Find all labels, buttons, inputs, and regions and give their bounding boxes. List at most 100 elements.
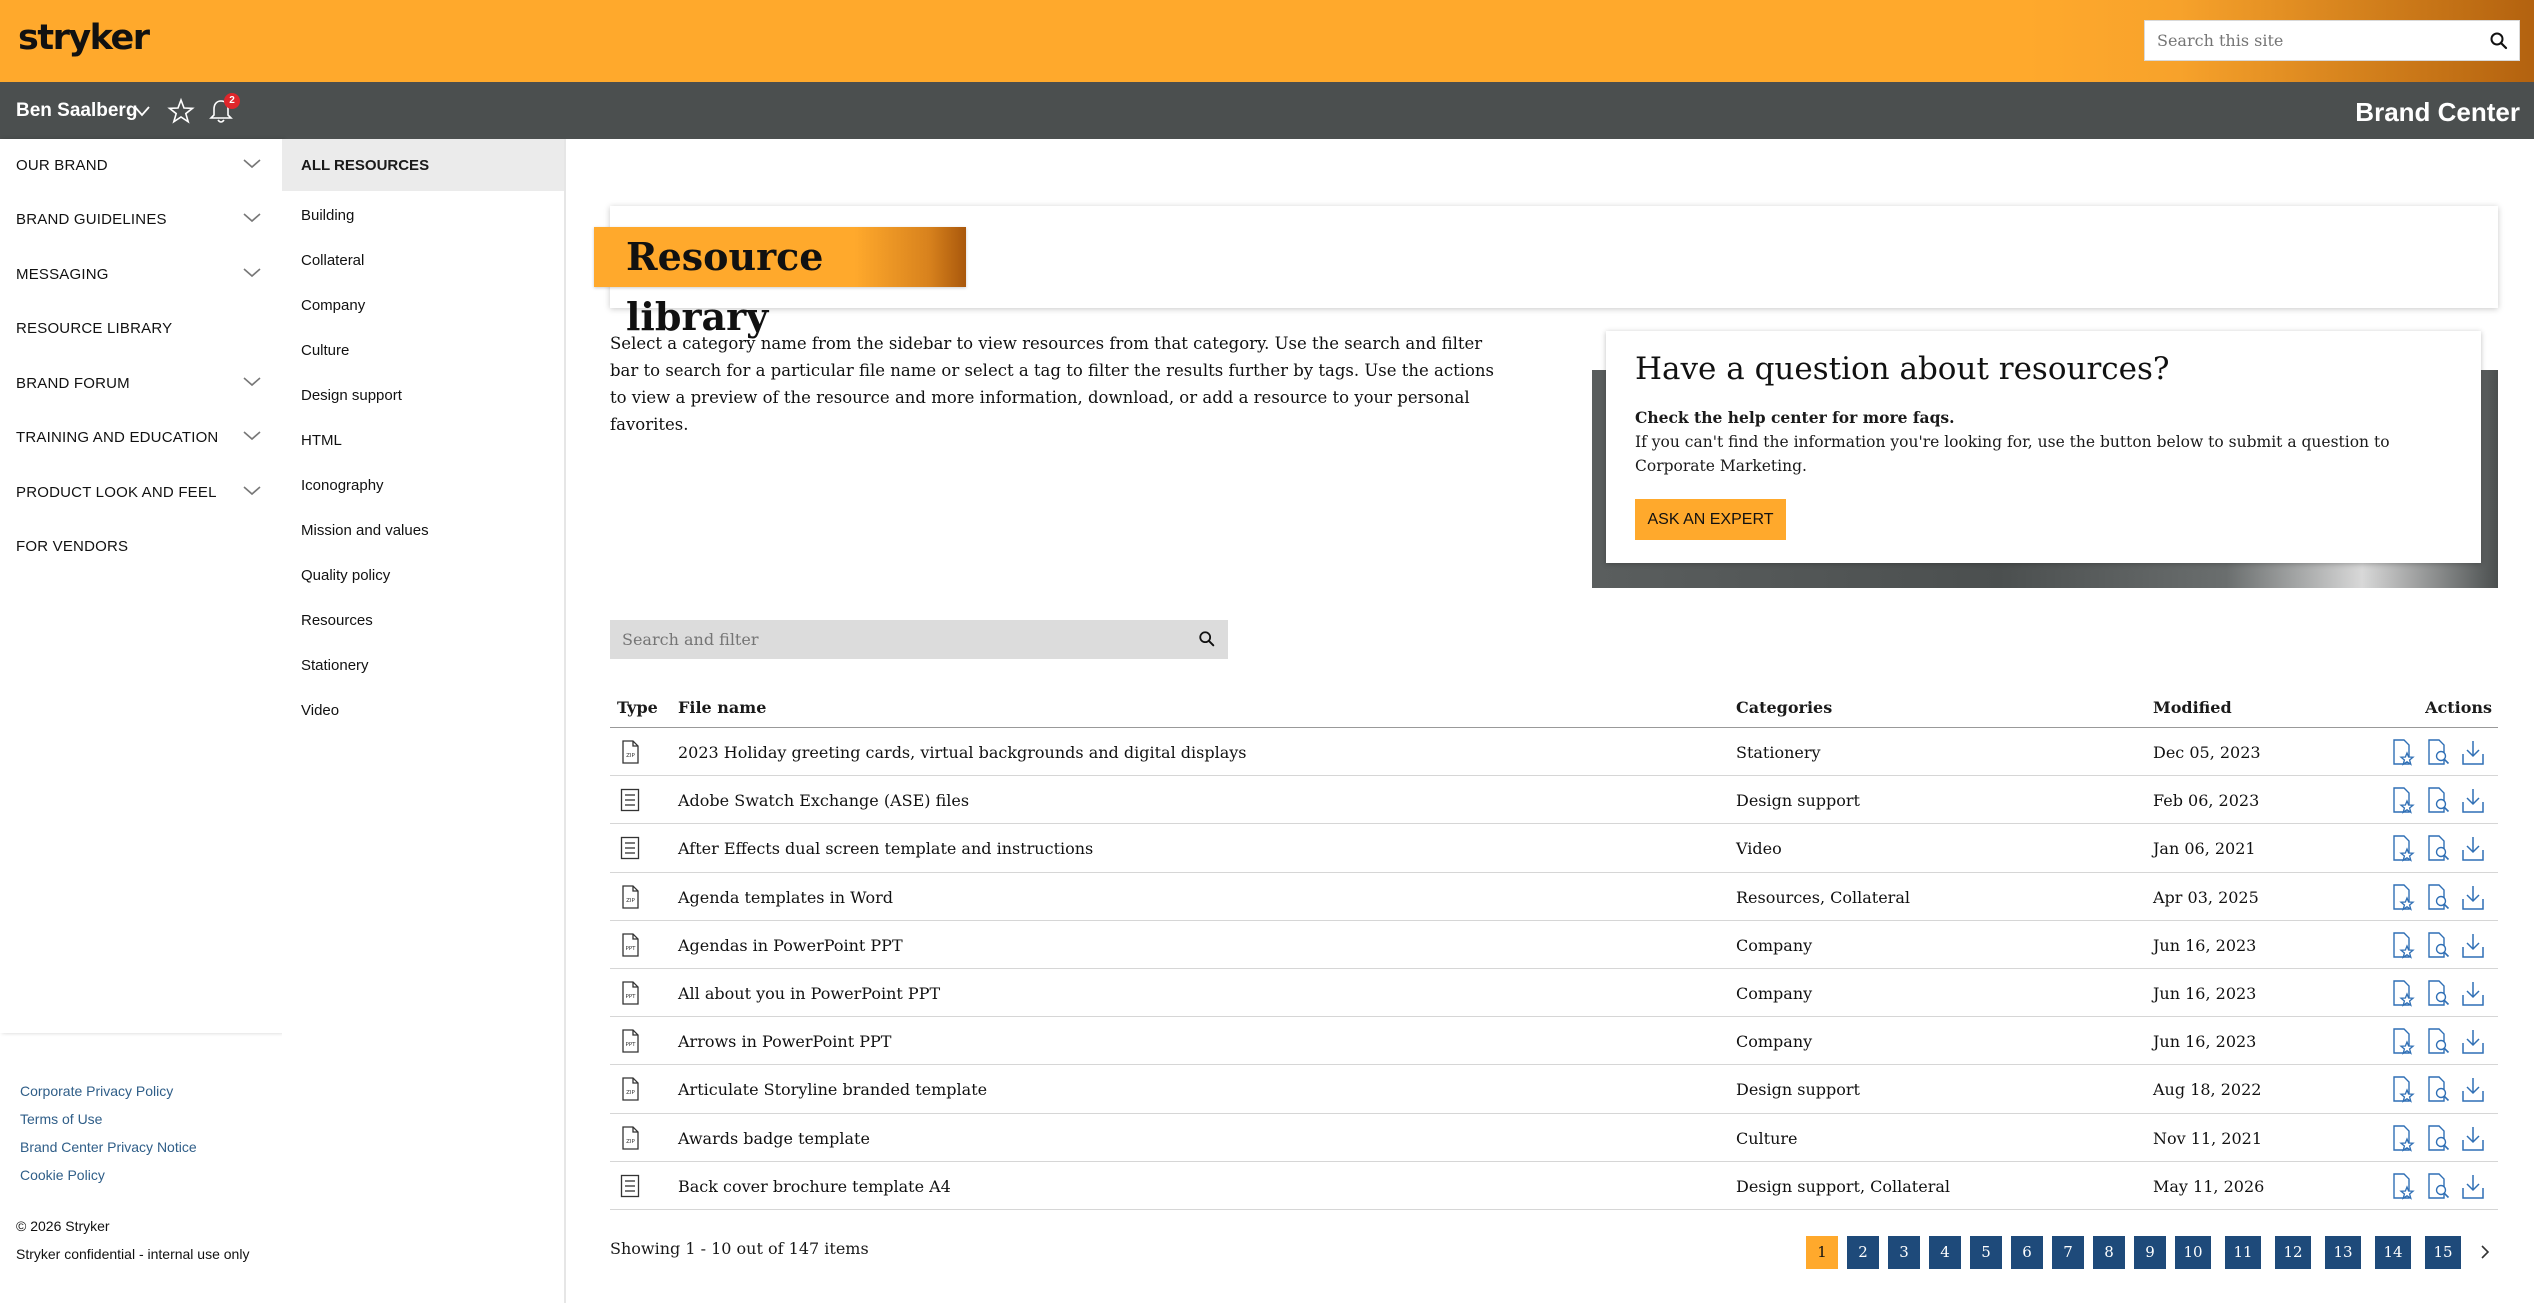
site-search-input[interactable] [2145, 21, 2465, 60]
category-html[interactable]: HTML [301, 432, 342, 449]
preview-file-icon[interactable] [2425, 932, 2451, 960]
preview-file-icon[interactable] [2425, 1124, 2451, 1153]
category-quality-policy[interactable]: Quality policy [301, 567, 390, 584]
column-header-type[interactable]: Type [617, 698, 658, 717]
sidebar-item-brand-guidelines[interactable]: BRAND GUIDELINES [0, 193, 282, 247]
column-header-file-name[interactable]: File name [678, 698, 766, 717]
download-icon[interactable] [2460, 1076, 2486, 1104]
favorite-file-icon[interactable] [2390, 1076, 2416, 1104]
category-building[interactable]: Building [301, 207, 354, 224]
file-name-link[interactable]: After Effects dual screen template and i… [678, 839, 1093, 858]
user-name[interactable]: Ben Saalberg [16, 100, 137, 122]
page-6-button[interactable]: 6 [2011, 1236, 2043, 1269]
page-7-button[interactable]: 7 [2052, 1236, 2084, 1269]
footer-link-cookie-policy[interactable]: Cookie Policy [20, 1166, 197, 1194]
column-header-modified[interactable]: Modified [2153, 698, 2232, 717]
ask-an-expert-button[interactable]: ASK AN EXPERT [1635, 499, 1786, 540]
file-name-link[interactable]: Agendas in PowerPoint PPT [678, 936, 903, 955]
footer-link-privacy-policy[interactable]: Corporate Privacy Policy [20, 1082, 197, 1110]
download-icon[interactable] [2460, 1028, 2486, 1056]
file-name-link[interactable]: Back cover brochure template A4 [678, 1177, 951, 1196]
page-4-button[interactable]: 4 [1929, 1236, 1961, 1269]
favorite-file-icon[interactable] [2390, 1028, 2416, 1056]
category-collateral[interactable]: Collateral [301, 252, 364, 269]
download-icon[interactable] [2460, 884, 2486, 912]
search-filter[interactable] [610, 620, 1228, 659]
page-10-button[interactable]: 10 [2175, 1236, 2211, 1269]
site-search[interactable] [2144, 20, 2520, 61]
file-name-link[interactable]: Agenda templates in Word [678, 888, 893, 907]
preview-file-icon[interactable] [2425, 1172, 2451, 1201]
page-8-button[interactable]: 8 [2093, 1236, 2125, 1269]
site-title[interactable]: Brand Center [2355, 97, 2520, 128]
download-icon[interactable] [2460, 1173, 2486, 1201]
chevron-right-icon[interactable] [2476, 1242, 2494, 1262]
favorite-file-icon[interactable] [2390, 932, 2416, 960]
page-14-button[interactable]: 14 [2375, 1236, 2411, 1269]
sidebar-item-messaging[interactable]: MESSAGING [0, 248, 282, 302]
file-name-link[interactable]: Articulate Storyline branded template [678, 1080, 987, 1099]
preview-file-icon[interactable] [2425, 787, 2451, 815]
star-icon[interactable] [167, 97, 195, 125]
category-mission-and-values[interactable]: Mission and values [301, 522, 429, 539]
column-header-categories[interactable]: Categories [1736, 698, 1832, 717]
chevron-down-icon[interactable] [240, 481, 264, 501]
chevron-down-icon[interactable] [240, 372, 264, 392]
favorite-file-icon[interactable] [2390, 883, 2416, 912]
preview-file-icon[interactable] [2425, 1076, 2451, 1104]
file-name-link[interactable]: Awards badge template [678, 1129, 870, 1148]
sidebar-item-product-look-and-feel[interactable]: PRODUCT LOOK AND FEEL [0, 466, 282, 520]
chevron-down-icon[interactable] [240, 263, 264, 283]
download-icon[interactable] [2460, 932, 2486, 960]
file-name-link[interactable]: 2023 Holiday greeting cards, virtual bac… [678, 743, 1246, 762]
favorite-file-icon[interactable] [2390, 739, 2416, 767]
sidebar-item-for-vendors[interactable]: FOR VENDORS [0, 520, 282, 574]
preview-file-icon[interactable] [2425, 739, 2451, 767]
preview-file-icon[interactable] [2425, 980, 2451, 1008]
download-icon[interactable] [2460, 787, 2486, 815]
download-icon[interactable] [2460, 980, 2486, 1008]
favorite-file-icon[interactable] [2390, 787, 2416, 815]
search-icon[interactable] [2489, 31, 2509, 51]
sidebar-item-training-and-education[interactable]: TRAINING AND EDUCATION [0, 411, 282, 465]
file-name-link[interactable]: Adobe Swatch Exchange (ASE) files [678, 791, 969, 810]
file-name-link[interactable]: All about you in PowerPoint PPT [678, 984, 940, 1003]
preview-file-icon[interactable] [2425, 883, 2451, 912]
download-icon[interactable] [2460, 739, 2486, 767]
category-video[interactable]: Video [301, 702, 339, 719]
stryker-logo[interactable]: stryker [18, 18, 150, 58]
preview-file-icon[interactable] [2425, 835, 2451, 863]
page-12-button[interactable]: 12 [2275, 1236, 2311, 1269]
favorite-file-icon[interactable] [2390, 1124, 2416, 1153]
page-5-button[interactable]: 5 [1970, 1236, 2002, 1269]
footer-link-terms-of-use[interactable]: Terms of Use [20, 1110, 197, 1138]
download-icon[interactable] [2460, 835, 2486, 863]
sidebar-item-our-brand[interactable]: OUR BRAND [0, 139, 282, 193]
favorite-file-icon[interactable] [2390, 1172, 2416, 1201]
chevron-down-icon[interactable] [132, 101, 152, 121]
chevron-down-icon[interactable] [240, 208, 264, 228]
chevron-down-icon[interactable] [240, 154, 264, 174]
search-filter-input[interactable] [610, 620, 1170, 659]
category-design-support[interactable]: Design support [301, 387, 402, 404]
page-15-button[interactable]: 15 [2425, 1236, 2461, 1269]
page-3-button[interactable]: 3 [1888, 1236, 1920, 1269]
page-1-button[interactable]: 1 [1806, 1236, 1838, 1269]
favorite-file-icon[interactable] [2390, 980, 2416, 1008]
download-icon[interactable] [2460, 1125, 2486, 1153]
category-iconography[interactable]: Iconography [301, 477, 384, 494]
category-company[interactable]: Company [301, 297, 365, 314]
category-resources[interactable]: Resources [301, 612, 373, 629]
page-9-button[interactable]: 9 [2134, 1236, 2166, 1269]
search-icon[interactable] [1198, 630, 1216, 648]
preview-file-icon[interactable] [2425, 1028, 2451, 1056]
chevron-down-icon[interactable] [240, 426, 264, 446]
category-stationery[interactable]: Stationery [301, 657, 369, 674]
page-13-button[interactable]: 13 [2325, 1236, 2361, 1269]
page-2-button[interactable]: 2 [1847, 1236, 1879, 1269]
category-culture[interactable]: Culture [301, 342, 349, 359]
file-name-link[interactable]: Arrows in PowerPoint PPT [678, 1032, 891, 1051]
sidebar-item-resource-library[interactable]: RESOURCE LIBRARY [0, 302, 282, 356]
footer-link-privacy-notice[interactable]: Brand Center Privacy Notice [20, 1138, 197, 1166]
sidebar-item-brand-forum[interactable]: BRAND FORUM [0, 357, 282, 411]
